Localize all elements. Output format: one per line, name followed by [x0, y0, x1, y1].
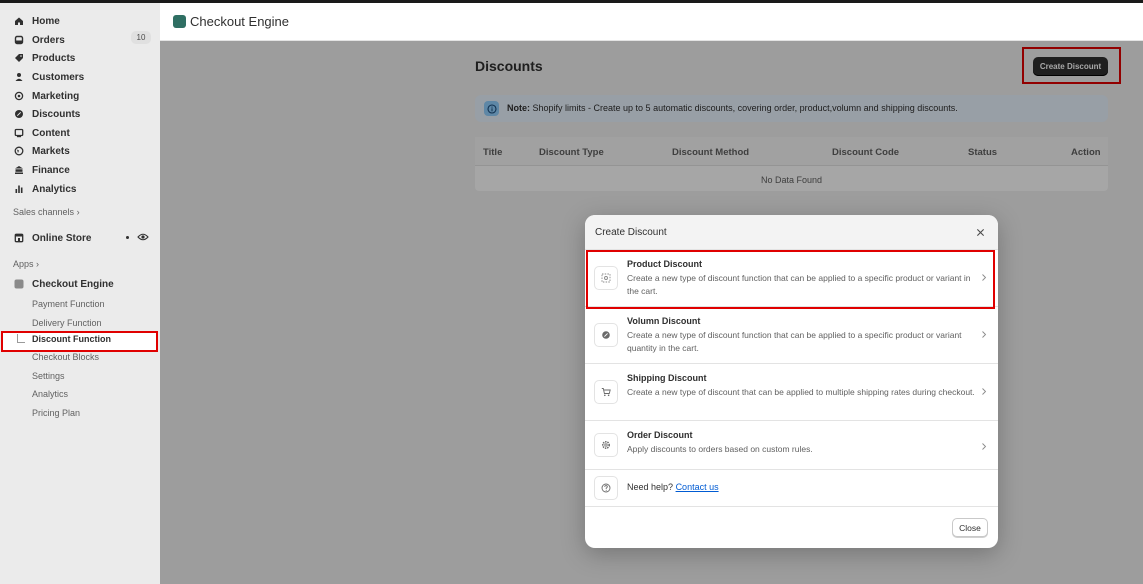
sidebar: Home Orders 10 Products Customers Market…	[0, 3, 160, 584]
sidebar-item-finance[interactable]: Finance	[14, 163, 70, 177]
sidebar-item-label: Customers	[32, 71, 85, 83]
store-icon	[14, 233, 24, 243]
sidebar-item-discounts[interactable]: Discounts	[14, 107, 80, 121]
option-description: Create a new type of discount function t…	[627, 330, 962, 353]
sidebar-item-products[interactable]: Products	[14, 51, 75, 65]
option-volumn-discount[interactable]: Volumn Discount Create a new type of dis…	[585, 307, 998, 364]
status-dot	[126, 236, 129, 239]
app-title: Checkout Engine	[190, 14, 290, 29]
sidebar-item-marketing[interactable]: Marketing	[14, 89, 79, 103]
chevron-right-icon: ›	[76, 207, 80, 217]
bank-icon	[14, 165, 24, 175]
sidebar-subitem-delivery-function[interactable]: Delivery Function	[32, 316, 102, 330]
help-row: Need help? Contact us	[585, 470, 998, 507]
sidebar-item-label: Marketing	[32, 90, 80, 102]
sidebar-item-online-store[interactable]: Online Store	[14, 231, 91, 245]
help-label: Need help?	[627, 482, 674, 492]
sidebar-item-label: Online Store	[32, 232, 92, 244]
option-title: Volumn Discount	[627, 316, 701, 326]
sidebar-item-label: Home	[32, 15, 60, 27]
sidebar-item-label: Discounts	[32, 108, 81, 120]
sidebar-item-label: Finance	[32, 164, 70, 176]
checkout-engine-app-icon	[173, 15, 186, 28]
sidebar-item-label: Content	[32, 127, 70, 139]
orders-count-badge: 10	[131, 31, 151, 44]
chevron-right-icon	[980, 386, 988, 396]
volumn-discount-icon	[594, 323, 618, 347]
sidebar-item-home[interactable]: Home	[14, 14, 60, 28]
content-icon	[14, 128, 24, 138]
option-order-discount[interactable]: Order Discount Apply discounts to orders…	[585, 421, 998, 470]
orders-icon	[14, 35, 24, 45]
app-icon	[14, 279, 24, 289]
sidebar-item-label: Markets	[32, 145, 70, 157]
globe-icon	[14, 146, 24, 156]
eye-icon[interactable]	[137, 232, 149, 242]
sidebar-subitem-analytics[interactable]: Analytics	[32, 387, 68, 401]
sidebar-item-label: Checkout Engine	[32, 278, 114, 290]
section-label: Sales channels	[13, 207, 75, 217]
help-text: Need help? Contact us	[627, 482, 719, 492]
question-icon	[594, 476, 618, 500]
sidebar-item-label: Products	[32, 52, 76, 64]
sidebar-item-content[interactable]: Content	[14, 126, 70, 140]
home-icon	[14, 16, 24, 26]
contact-us-link[interactable]: Contact us	[676, 482, 719, 492]
chevron-right-icon: ›	[36, 259, 40, 269]
sidebar-item-label: Orders	[32, 34, 65, 46]
sidebar-item-markets[interactable]: Markets	[14, 144, 70, 158]
highlight-box-product-discount	[586, 250, 995, 309]
tree-branch-icon	[17, 334, 25, 343]
tag-icon	[14, 53, 24, 63]
option-shipping-discount[interactable]: Shipping Discount Create a new type of d…	[585, 364, 998, 421]
sidebar-item-analytics[interactable]: Analytics	[14, 182, 76, 196]
discount-icon	[14, 109, 24, 119]
chevron-right-icon	[980, 329, 988, 339]
chevron-right-icon	[980, 441, 988, 451]
sidebar-subitem-discount-function[interactable]: Discount Function	[32, 332, 111, 346]
sidebar-subitem-settings[interactable]: Settings	[32, 369, 65, 383]
option-description: Create a new type of discount that can b…	[627, 387, 975, 397]
sidebar-subitem-checkout-blocks[interactable]: Checkout Blocks	[32, 350, 99, 364]
modal-title: Create Discount	[595, 227, 667, 238]
option-title: Shipping Discount	[627, 373, 707, 383]
section-label: Apps	[13, 259, 34, 269]
sidebar-subitem-pricing-plan[interactable]: Pricing Plan	[32, 406, 80, 420]
sidebar-item-orders[interactable]: Orders	[14, 33, 65, 47]
bar-chart-icon	[14, 184, 24, 194]
app-header: Checkout Engine	[160, 3, 1143, 41]
option-title: Order Discount	[627, 430, 693, 440]
sidebar-item-label: Analytics	[32, 183, 77, 195]
sales-channels-section[interactable]: Sales channels ›	[13, 207, 80, 217]
option-description: Apply discounts to orders based on custo…	[627, 444, 813, 454]
modal-header: Create Discount	[585, 215, 998, 250]
target-icon	[14, 91, 24, 101]
person-icon	[14, 72, 24, 82]
close-icon[interactable]	[973, 225, 987, 239]
close-button[interactable]: Close	[952, 518, 988, 537]
gear-icon	[594, 433, 618, 457]
sidebar-item-checkout-engine[interactable]: Checkout Engine	[14, 277, 114, 291]
sidebar-item-customers[interactable]: Customers	[14, 70, 84, 84]
sidebar-subitem-payment-function[interactable]: Payment Function	[32, 297, 105, 311]
cart-icon	[594, 380, 618, 404]
apps-section[interactable]: Apps ›	[13, 259, 39, 269]
